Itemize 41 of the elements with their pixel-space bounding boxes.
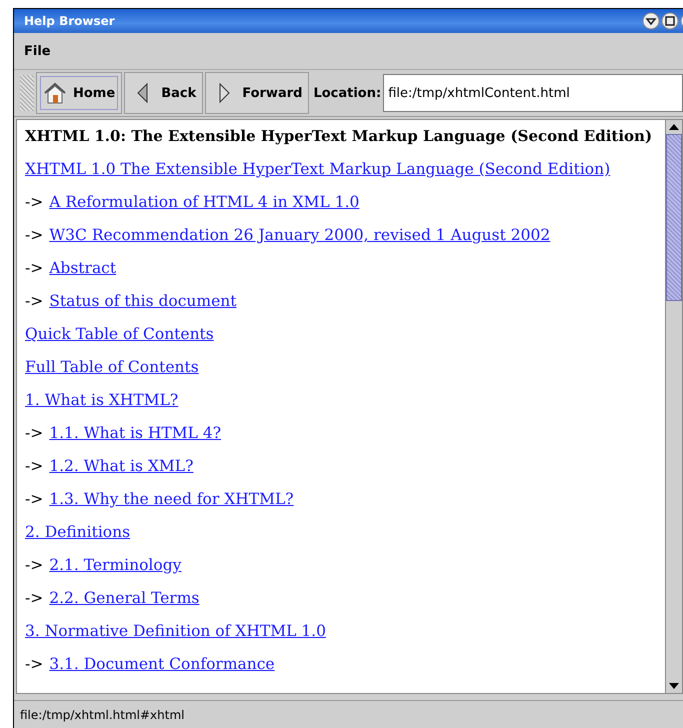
arrow-prefix: -> xyxy=(25,424,44,442)
link[interactable]: 1. What is XHTML? xyxy=(25,391,178,409)
house-icon xyxy=(43,81,67,105)
toolbar-button[interactable]: Forward xyxy=(205,72,310,114)
arrow-prefix: -> xyxy=(25,226,44,244)
minimize-icon[interactable] xyxy=(642,12,660,30)
link[interactable]: Full Table of Contents xyxy=(25,358,199,376)
scroll-thumb[interactable] xyxy=(666,134,682,301)
link[interactable]: 1.1. What is HTML 4? xyxy=(49,424,222,442)
arrow-prefix: -> xyxy=(25,589,44,607)
arrow-prefix: -> xyxy=(25,292,44,310)
link[interactable]: Status of this document xyxy=(49,292,236,310)
link[interactable]: 3.1. Document Conformance xyxy=(49,655,275,673)
link[interactable]: XHTML 1.0 The Extensible HyperText Markup Language (Second Edition) xyxy=(25,160,610,178)
link[interactable]: Quick Table of Contents xyxy=(25,325,214,343)
vertical-scrollbar[interactable] xyxy=(665,120,682,693)
location-field[interactable]: file:/tmp/xhtmlContent.html xyxy=(383,74,683,112)
window-title: Help Browser xyxy=(24,14,115,28)
link[interactable]: 3. Normative Definition of XHTML 1.0 xyxy=(25,622,326,640)
link[interactable]: 2. Definitions xyxy=(25,523,130,541)
status-text: file:/tmp/xhtml.html#xhtml xyxy=(20,708,184,722)
page-heading: XHTML 1.0: The Extensible HyperText Markup Language (Second Edition) xyxy=(25,127,654,147)
link[interactable]: 1.2. What is XML? xyxy=(49,457,194,475)
link[interactable]: 2.2. General Terms xyxy=(49,589,200,607)
toolbar-grip[interactable] xyxy=(20,75,34,111)
arrow-prefix: -> xyxy=(25,655,44,673)
toolbar-button[interactable]: Home xyxy=(36,72,122,114)
link[interactable]: Abstract xyxy=(49,259,116,277)
link[interactable]: 1.3. Why the need for XHTML? xyxy=(49,490,294,508)
location-label: Location: xyxy=(313,86,382,100)
link[interactable]: A Reformulation of HTML 4 in XML 1.0 xyxy=(49,193,360,211)
arrow-prefix: -> xyxy=(25,193,44,211)
arrow-prefix: -> xyxy=(25,259,44,277)
maximize-icon[interactable] xyxy=(661,12,679,30)
link[interactable]: W3C Recommendation 26 January 2000, revised 1 August 2002 xyxy=(49,226,550,244)
link[interactable]: 2.1. Terminology xyxy=(49,556,182,574)
arrow-prefix: -> xyxy=(25,457,44,475)
arrow-prefix: -> xyxy=(25,556,44,574)
toolbar-button[interactable]: Back xyxy=(124,72,204,114)
menu-item[interactable]: File xyxy=(24,44,51,58)
arrow-prefix: -> xyxy=(25,490,44,508)
